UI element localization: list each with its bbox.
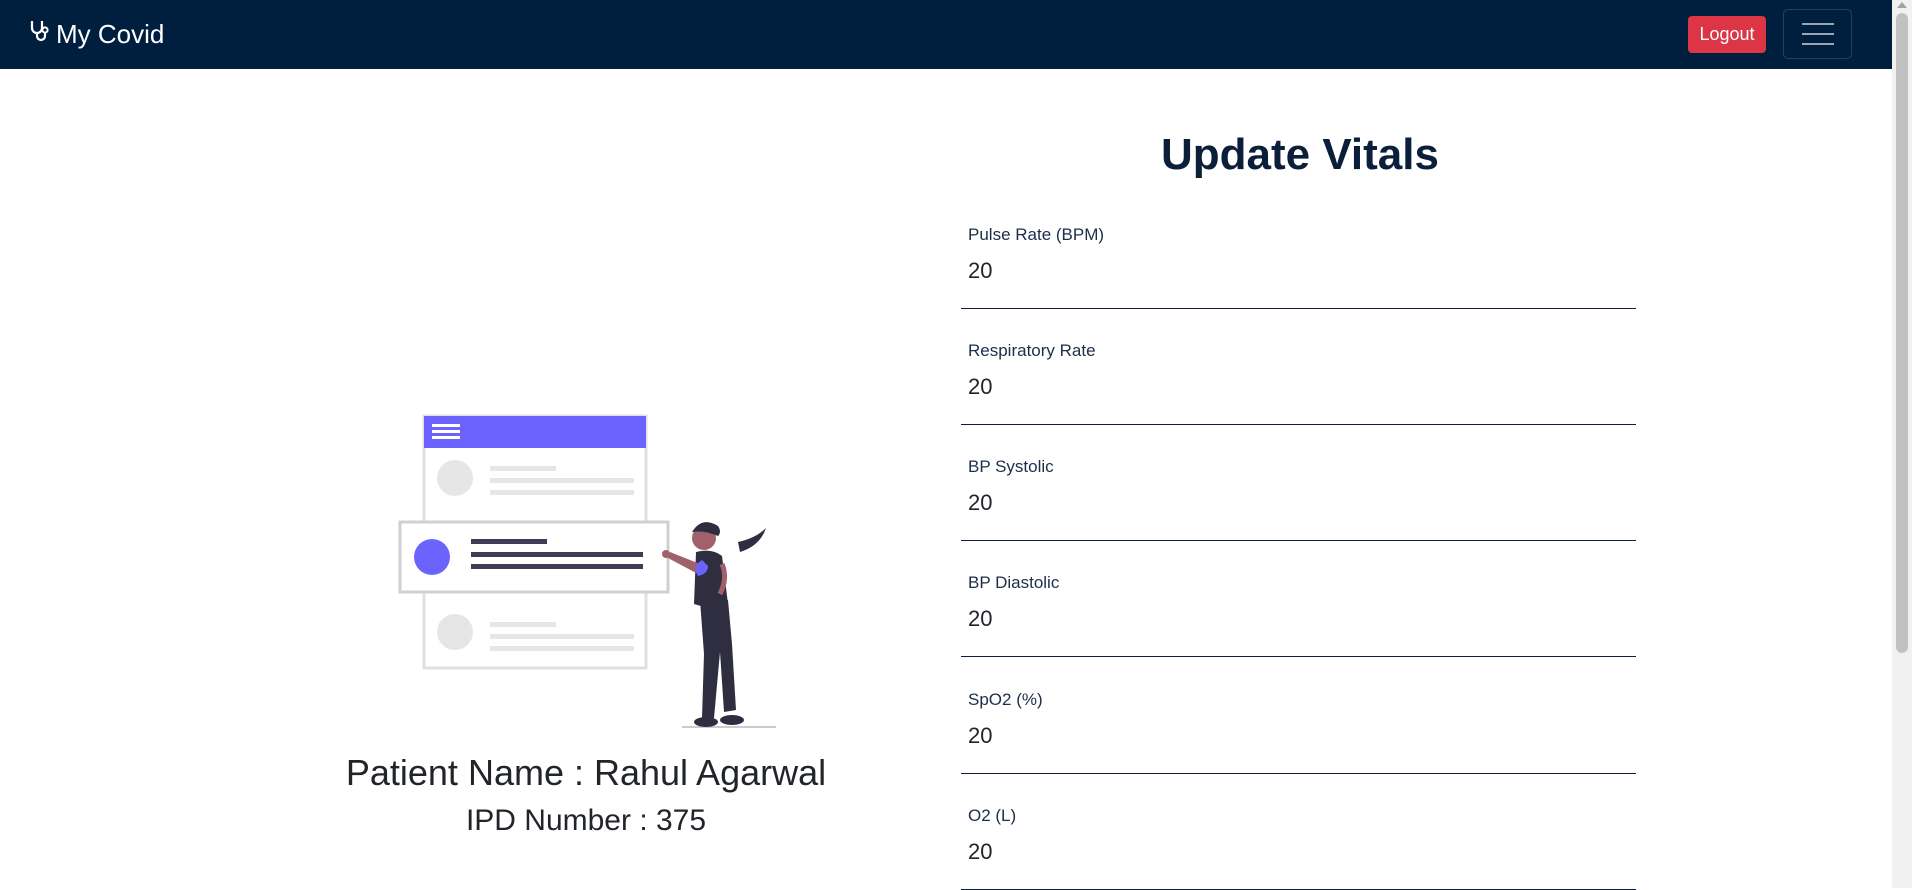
patient-illustration <box>396 414 776 730</box>
pulse-rate-input[interactable] <box>968 253 1628 289</box>
pulse-rate-label: Pulse Rate (BPM) <box>968 225 1105 244</box>
ipd-number: IPD Number : 375 <box>465 804 707 837</box>
form-title: Update Vitals <box>1161 130 1439 179</box>
scroll-up-arrow-icon[interactable] <box>1897 2 1907 8</box>
scrollbar-thumb[interactable] <box>1896 13 1908 653</box>
bp-systolic-field: BP Systolic <box>961 457 1636 541</box>
bp-diastolic-label: BP Diastolic <box>968 573 1060 592</box>
stethoscope-icon <box>28 19 56 50</box>
respiratory-rate-label: Respiratory Rate <box>968 341 1096 360</box>
brand-text: My Covid <box>56 19 165 49</box>
bp-diastolic-field: BP Diastolic <box>961 573 1636 657</box>
top-navbar: My Covid Logout <box>0 0 1892 69</box>
brand-link[interactable]: My Covid <box>28 0 164 69</box>
bp-systolic-input[interactable] <box>968 485 1628 521</box>
hamburger-menu-icon <box>1801 19 1834 49</box>
respiratory-rate-input[interactable] <box>968 369 1628 405</box>
o2-input[interactable] <box>968 834 1628 870</box>
navbar-toggler-button[interactable] <box>1783 9 1852 59</box>
bp-systolic-label: BP Systolic <box>968 457 1054 476</box>
logout-button[interactable]: Logout <box>1688 16 1766 53</box>
patient-name: Patient Name : Rahul Agarwal <box>345 752 827 793</box>
o2-label: O2 (L) <box>968 806 1017 825</box>
pulse-rate-field: Pulse Rate (BPM) <box>961 225 1636 309</box>
bp-diastolic-input[interactable] <box>968 601 1628 637</box>
spo2-field: SpO2 (%) <box>961 690 1636 774</box>
respiratory-rate-field: Respiratory Rate <box>961 341 1636 425</box>
o2-field: O2 (L) <box>961 806 1636 890</box>
spo2-input[interactable] <box>968 718 1628 754</box>
spo2-label: SpO2 (%) <box>968 690 1043 709</box>
